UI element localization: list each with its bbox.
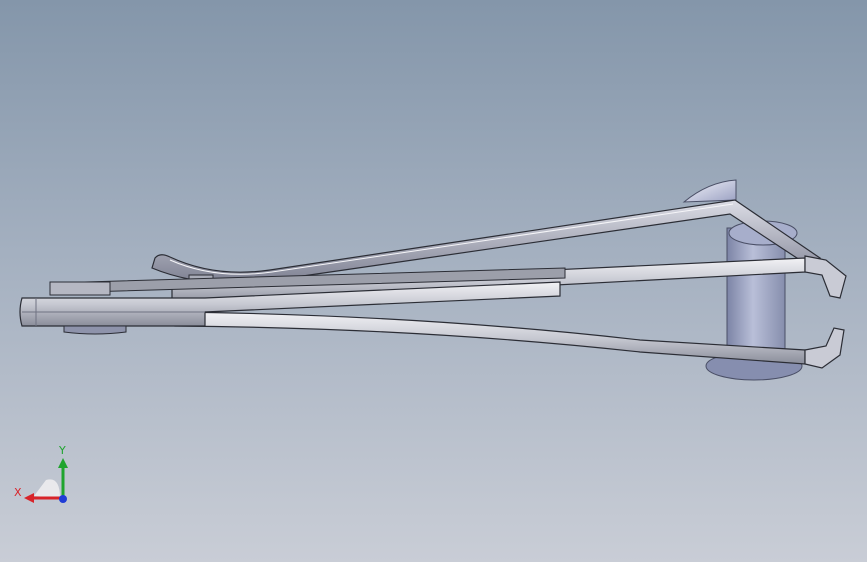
top-plate-pad[interactable] bbox=[49, 281, 111, 296]
triad-plane-shading bbox=[34, 479, 60, 498]
triad-y-label: Y bbox=[58, 444, 66, 457]
bottom-pad[interactable] bbox=[63, 325, 127, 335]
graphics-viewport[interactable]: Y X bbox=[0, 0, 867, 562]
z-axis-dot-icon bbox=[59, 495, 67, 503]
x-arrow-icon bbox=[24, 493, 34, 503]
lever-dome[interactable] bbox=[682, 179, 737, 203]
y-arrow-icon bbox=[58, 458, 68, 468]
view-orientation-triad[interactable]: Y X bbox=[10, 440, 80, 510]
nail-clipper-model[interactable] bbox=[0, 0, 867, 562]
triad-x-label: X bbox=[14, 486, 22, 499]
